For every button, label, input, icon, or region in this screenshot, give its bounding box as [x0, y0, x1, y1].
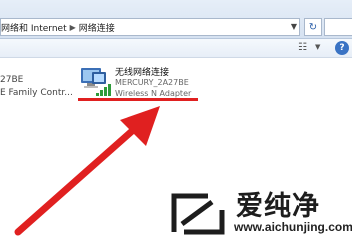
watermark: 爱纯净 www.aichunjing.com — [166, 182, 352, 242]
brand-logo-icon — [171, 193, 225, 235]
brand-url: www.aichunjing.com — [234, 220, 352, 234]
brand-name: 爱纯净 — [236, 191, 320, 222]
